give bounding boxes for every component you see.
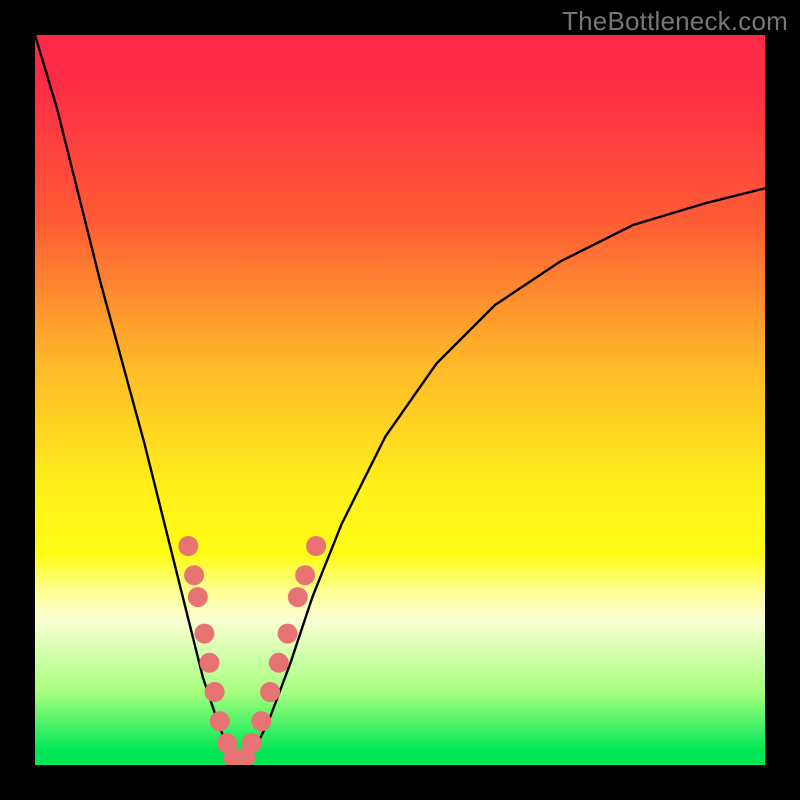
sample-dot: [194, 624, 214, 644]
chart-svg: [35, 35, 765, 765]
sample-dot: [288, 587, 308, 607]
sample-dot: [251, 711, 271, 731]
sample-dot: [269, 653, 289, 673]
bottleneck-curve: [35, 35, 765, 765]
chart-plot-area: [35, 35, 765, 765]
sample-dot: [260, 682, 280, 702]
sample-dot: [200, 653, 220, 673]
sample-dot: [306, 536, 326, 556]
sample-dot: [295, 565, 315, 585]
sample-dot: [178, 536, 198, 556]
sample-dots-group: [178, 536, 326, 765]
chart-frame: TheBottleneck.com: [0, 0, 800, 800]
sample-dot: [210, 711, 230, 731]
watermark-text: TheBottleneck.com: [562, 6, 788, 37]
sample-dot: [188, 587, 208, 607]
sample-dot: [184, 565, 204, 585]
sample-dot: [242, 733, 262, 753]
sample-dot: [278, 624, 298, 644]
sample-dot: [205, 682, 225, 702]
